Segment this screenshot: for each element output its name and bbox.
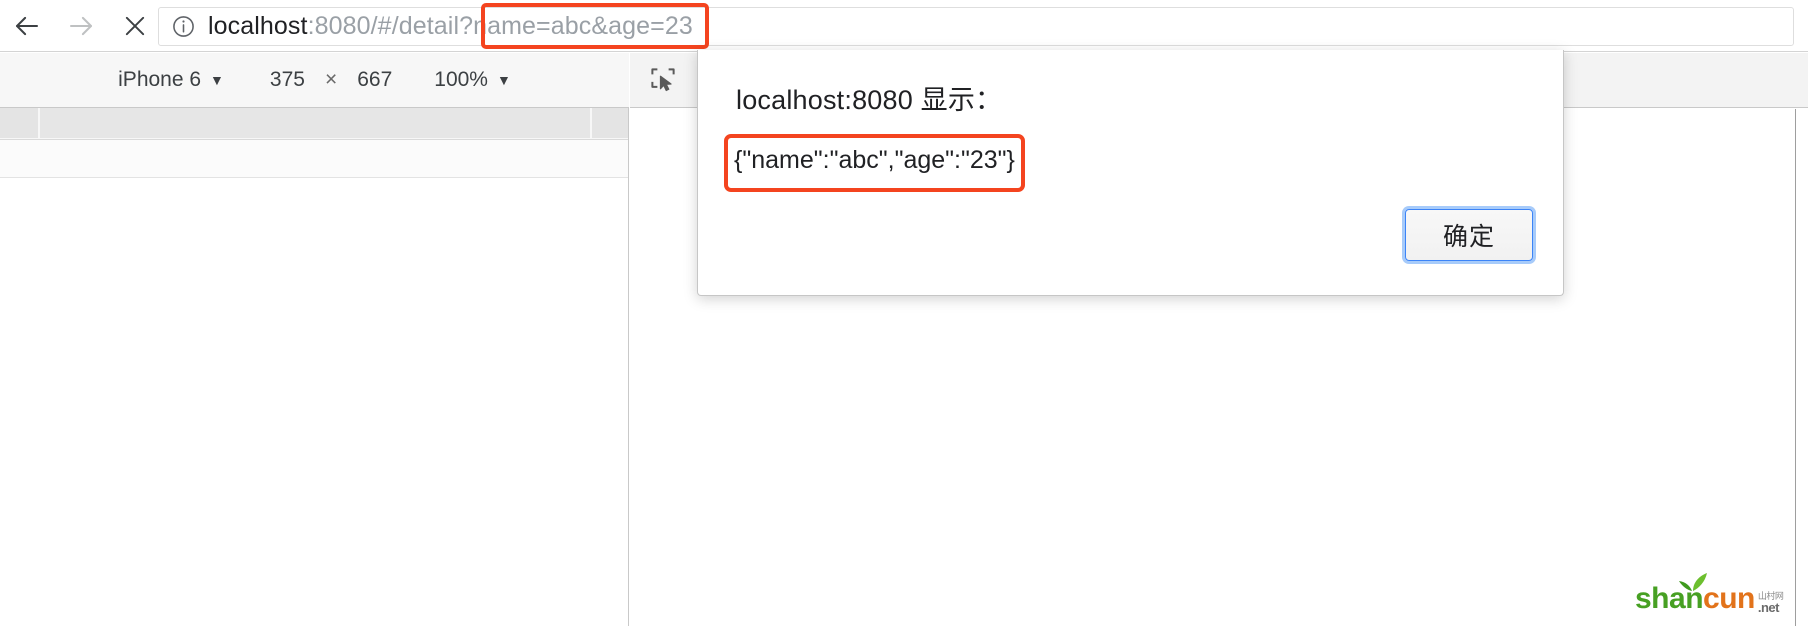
arrow-left-icon [12, 11, 42, 41]
address-bar[interactable]: localhost:8080/#/detail?name=abc&age=23 [158, 7, 1794, 46]
device-viewport-shell [0, 108, 629, 627]
viewport-width-input[interactable]: 375 [270, 68, 305, 92]
zoom-value-label: 100% [434, 68, 488, 91]
inspect-element-icon[interactable] [646, 63, 680, 97]
browser-chrome-bar: localhost:8080/#/detail?name=abc&age=23 [0, 0, 1808, 52]
url-query: name=abc&age=23 [473, 12, 693, 40]
emulated-page-content[interactable] [0, 177, 628, 627]
chevron-down-icon: ▼ [496, 72, 511, 88]
device-emulation-toolbar: iPhone 6 ▼ 375 × 667 100% ▼ [0, 53, 629, 108]
dialog-ok-button[interactable]: 确定 [1405, 209, 1533, 261]
zoom-selector[interactable]: 100% ▼ [434, 68, 511, 92]
viewport-ruler [0, 108, 628, 138]
close-x-icon [121, 12, 149, 40]
viewport-height-input[interactable]: 667 [357, 68, 392, 92]
ruler-corner [0, 108, 38, 138]
url-path: :8080/#/detail? [307, 12, 474, 40]
devtools-right-strip [1796, 109, 1808, 626]
dialog-message: {"name":"abc","age":"23"} [734, 146, 1015, 174]
device-selector-label: iPhone 6 [118, 68, 202, 91]
javascript-alert-dialog: localhost:8080 显示： {"name":"abc","age":"… [697, 50, 1564, 296]
dialog-title: localhost:8080 显示： [736, 85, 1003, 115]
device-selector[interactable]: iPhone 6 ▼ [118, 68, 224, 92]
dialog-ok-button-label: 确定 [1442, 223, 1495, 251]
info-circle-icon[interactable] [171, 14, 196, 39]
ruler-track[interactable] [40, 108, 590, 138]
viewport-height-value: 667 [357, 68, 393, 91]
stop-loading-button[interactable] [108, 0, 162, 52]
arrow-right-icon [66, 11, 96, 41]
dimension-separator-icon: × [324, 68, 338, 91]
back-button[interactable] [0, 0, 54, 52]
address-bar-url: localhost:8080/#/detail?name=abc&age=23 [208, 14, 693, 39]
viewport-width-value: 375 [269, 68, 305, 91]
emulated-page-screen[interactable] [0, 139, 628, 627]
url-host: localhost [208, 12, 308, 40]
forward-button[interactable] [54, 0, 108, 52]
navigation-buttons [0, 0, 162, 52]
ruler-tail [592, 108, 628, 138]
chevron-down-icon: ▼ [210, 72, 224, 88]
